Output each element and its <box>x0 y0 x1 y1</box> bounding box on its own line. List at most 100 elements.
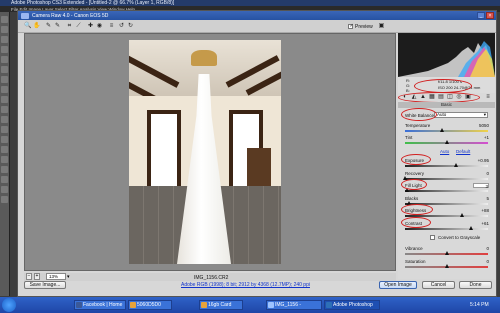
vibrance-slider-thumb[interactable] <box>444 251 449 255</box>
windows-taskbar: Facebook | Home - ... 5060D5D0 16gb Card… <box>0 297 500 313</box>
folder-icon <box>201 302 207 308</box>
hand-tool-icon[interactable]: ✋ <box>33 22 40 30</box>
taskbar-item[interactable]: Facebook | Home - ... <box>74 300 126 310</box>
vibrance-slider[interactable] <box>405 251 488 255</box>
open-image-button[interactable]: Open Image <box>379 281 417 289</box>
done-button[interactable]: Done <box>459 281 492 289</box>
vibrance-value[interactable]: 0 <box>473 246 489 251</box>
red-annotation-circle <box>401 179 427 190</box>
dialog-title: Camera Raw 4.0 - Canon EOS 5D <box>32 12 109 19</box>
exposure-value[interactable]: +0.95 <box>473 158 489 163</box>
tint-label: Tint <box>405 135 413 140</box>
crop-tool-icon[interactable]: ⌗ <box>66 22 73 30</box>
tint-slider[interactable] <box>405 140 488 144</box>
contrast-slider[interactable] <box>405 226 488 230</box>
brush-tool-icon[interactable] <box>1 86 8 93</box>
taskbar-item[interactable]: Adobe Photoshop C... <box>324 300 380 310</box>
exposure-slider[interactable] <box>405 163 488 167</box>
red-eye-tool-icon[interactable]: ◉ <box>96 22 103 30</box>
blacks-value[interactable]: 5 <box>473 196 489 201</box>
saturation-slider[interactable] <box>405 264 488 268</box>
start-button[interactable] <box>2 298 16 312</box>
zoom-tool-icon[interactable]: 🔍 <box>24 22 31 30</box>
temperature-slider-thumb[interactable] <box>440 128 445 132</box>
image-viewer-icon <box>268 302 274 308</box>
adjustments-panel: R: G: B: f/11.8 1/100 s ISO 200 24-70@24… <box>398 33 495 279</box>
red-annotation-circle <box>401 108 437 121</box>
contrast-slider-thumb[interactable] <box>469 226 474 230</box>
taskbar-item[interactable]: IMG_1156 - Window... <box>266 300 322 310</box>
panel-menu-icon[interactable]: ≡ <box>484 93 492 101</box>
pen-tool-icon[interactable] <box>1 146 8 153</box>
photo-door-left <box>147 110 181 190</box>
photo-lamp <box>191 50 217 66</box>
tint-slider-thumb[interactable] <box>444 140 449 144</box>
preferences-icon[interactable]: ≡ <box>108 22 115 30</box>
red-annotation-circle <box>401 217 431 228</box>
lasso-tool-icon[interactable] <box>1 36 8 43</box>
photoshop-toolbox <box>0 12 10 296</box>
brightness-slider-thumb[interactable] <box>460 213 465 217</box>
taskbar-item[interactable]: 16gb Card <box>199 300 243 310</box>
dodge-tool-icon[interactable] <box>1 136 8 143</box>
folder-icon <box>130 302 136 308</box>
temperature-slider[interactable] <box>405 128 488 132</box>
move-tool-icon[interactable] <box>1 16 8 23</box>
straighten-tool-icon[interactable]: ⟋ <box>75 22 82 30</box>
image-preview[interactable] <box>24 33 396 271</box>
fill-light-slider[interactable] <box>405 188 488 192</box>
stamp-tool-icon[interactable] <box>1 96 8 103</box>
vibrance-label: Vibrance <box>405 246 423 251</box>
close-icon[interactable]: × <box>486 12 494 19</box>
magic-wand-tool-icon[interactable] <box>1 46 8 53</box>
slice-tool-icon[interactable] <box>1 66 8 73</box>
shape-tool-icon[interactable] <box>1 176 8 183</box>
tint-value[interactable]: +1 <box>473 135 489 140</box>
contrast-value[interactable]: +61 <box>473 221 489 226</box>
preview-checkbox[interactable]: ✓ <box>348 23 354 29</box>
temperature-value[interactable]: 5050 <box>473 123 489 128</box>
hand-tool-icon[interactable] <box>1 186 8 193</box>
recovery-value[interactable]: 0 <box>473 171 489 176</box>
dialog-title-bar[interactable]: Camera Raw 4.0 - Canon EOS 5D _ × <box>18 11 496 20</box>
auto-link[interactable]: Auto <box>440 149 449 154</box>
fullscreen-icon[interactable]: ▣ <box>378 22 385 30</box>
saturation-value[interactable]: 0 <box>473 259 489 264</box>
history-brush-tool-icon[interactable] <box>1 106 8 113</box>
brightness-value[interactable]: +88 <box>473 208 489 213</box>
path-selection-tool-icon[interactable] <box>1 166 8 173</box>
default-link[interactable]: Default <box>456 149 470 154</box>
red-annotation-circle <box>414 79 472 93</box>
eraser-tool-icon[interactable] <box>1 116 8 123</box>
chevron-down-icon: ▾ <box>483 112 486 117</box>
red-annotation-circle <box>401 204 433 215</box>
cancel-button[interactable]: Cancel <box>422 281 455 289</box>
photoshop-icon <box>326 302 332 308</box>
zoom-tool-icon[interactable] <box>1 196 8 203</box>
saturation-slider-thumb[interactable] <box>444 264 449 268</box>
taskbar-item[interactable]: 5060D5D0 <box>128 300 172 310</box>
type-tool-icon[interactable] <box>1 156 8 163</box>
convert-grayscale-label: Convert to Grayscale <box>438 235 481 240</box>
rotate-left-icon[interactable]: ↺ <box>118 22 125 30</box>
recovery-label: Recovery <box>405 171 425 176</box>
workflow-options-link[interactable]: Adobe RGB (1998); 8 bit; 2912 by 4368 (1… <box>181 282 310 288</box>
convert-grayscale-checkbox[interactable] <box>430 235 435 240</box>
retouch-tool-icon[interactable]: ✚ <box>87 22 94 30</box>
healing-tool-icon[interactable] <box>1 76 8 83</box>
minimize-icon[interactable]: _ <box>477 12 485 19</box>
white-balance-tool-icon[interactable]: ✎ <box>45 22 52 30</box>
save-image-button[interactable]: Save Image... <box>24 281 66 289</box>
taskbar-item-label: 16gb Card <box>208 302 232 308</box>
gradient-tool-icon[interactable] <box>1 126 8 133</box>
marquee-tool-icon[interactable] <box>1 26 8 33</box>
fill-light-value[interactable]: 3 <box>473 183 489 189</box>
taskbar-item-label: IMG_1156 - Window... <box>275 302 302 308</box>
exposure-slider-thumb[interactable] <box>454 163 459 167</box>
rotate-right-icon[interactable]: ↻ <box>127 22 134 30</box>
basic-section-header: Basic <box>398 102 495 108</box>
check-icon: ✓ <box>349 23 354 29</box>
color-sampler-tool-icon[interactable]: ✎ <box>54 22 61 30</box>
white-balance-select[interactable]: Auto ▾ <box>434 112 488 118</box>
crop-tool-icon[interactable] <box>1 56 8 63</box>
